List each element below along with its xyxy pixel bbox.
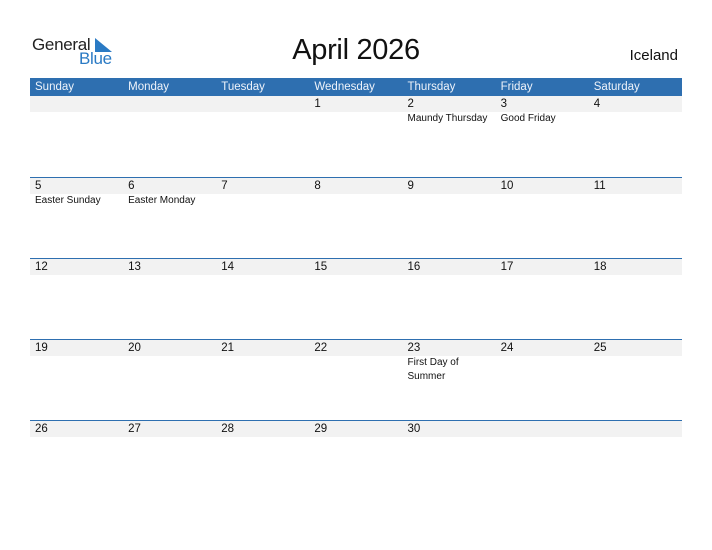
day-number: 21 bbox=[221, 342, 235, 354]
day-cell: 12 bbox=[30, 259, 123, 275]
day-cell: 14 bbox=[216, 259, 309, 275]
day-cell: 16 bbox=[403, 259, 496, 275]
day-number: 14 bbox=[221, 261, 235, 273]
day-cell: 19 bbox=[30, 340, 123, 384]
day-cell: 30 bbox=[403, 421, 496, 437]
day-number: 30 bbox=[407, 423, 421, 435]
day-cell: 10 bbox=[496, 178, 589, 208]
day-number: 1 bbox=[314, 98, 321, 110]
day-cell: 28 bbox=[216, 421, 309, 437]
day-cell: 20 bbox=[123, 340, 216, 384]
weekday-saturday: Saturday bbox=[593, 81, 640, 93]
day-number: 10 bbox=[500, 180, 514, 192]
day-cell: 17 bbox=[496, 259, 589, 275]
calendar-grid: Sunday Monday Tuesday Wednesday Thursday… bbox=[30, 78, 682, 501]
day-cell: 27 bbox=[123, 421, 216, 437]
day-number: 5 bbox=[35, 180, 42, 192]
day-cell: 2 Maundy Thursday bbox=[403, 96, 496, 126]
day-number: 24 bbox=[500, 342, 514, 354]
weekday-thursday: Thursday bbox=[407, 81, 456, 93]
week-row: 1 2 Maundy Thursday 3 Good Friday 4 bbox=[30, 96, 682, 177]
day-cell: 22 bbox=[309, 340, 402, 384]
day-number bbox=[128, 96, 216, 112]
day-number: 17 bbox=[500, 261, 514, 273]
day-number: 4 bbox=[593, 98, 601, 110]
day-cell: 11 bbox=[589, 178, 682, 208]
day-number bbox=[594, 421, 682, 437]
week-row: 26 27 28 29 30 bbox=[30, 420, 682, 501]
day-cell: 6 Easter Monday bbox=[123, 178, 216, 208]
day-number bbox=[35, 96, 123, 112]
day-cell bbox=[589, 421, 682, 437]
day-number: 26 bbox=[35, 423, 48, 435]
week-row: 12 13 14 15 16 17 18 bbox=[30, 258, 682, 339]
week-row: 19 20 21 22 23 First Day of Summer 24 25 bbox=[30, 339, 682, 420]
day-number: 6 bbox=[128, 180, 135, 192]
holiday-label: First Day of Summer bbox=[407, 357, 459, 382]
day-number: 19 bbox=[35, 342, 48, 354]
day-cell: 23 First Day of Summer bbox=[403, 340, 496, 384]
day-number: 27 bbox=[128, 423, 141, 435]
day-number: 12 bbox=[35, 261, 48, 273]
day-cell: 3 Good Friday bbox=[496, 96, 589, 126]
day-cell: 4 bbox=[589, 96, 682, 126]
day-cell bbox=[216, 96, 309, 126]
day-cell: 24 bbox=[496, 340, 589, 384]
day-number bbox=[501, 421, 589, 437]
day-number: 18 bbox=[593, 261, 607, 273]
day-number: 8 bbox=[314, 180, 321, 192]
day-cell: 21 bbox=[216, 340, 309, 384]
weekday-header-row: Sunday Monday Tuesday Wednesday Thursday… bbox=[30, 78, 682, 96]
holiday-label: Easter Monday bbox=[128, 195, 196, 206]
day-number: 9 bbox=[407, 180, 414, 192]
holiday-label: Easter Sunday bbox=[35, 195, 101, 206]
day-cell: 26 bbox=[30, 421, 123, 437]
day-number: 28 bbox=[221, 423, 235, 435]
day-number: 25 bbox=[593, 342, 607, 354]
weekday-sunday: Sunday bbox=[35, 81, 75, 93]
day-number: 7 bbox=[221, 180, 228, 192]
weekday-monday: Monday bbox=[128, 81, 170, 93]
day-cell: 13 bbox=[123, 259, 216, 275]
day-number: 13 bbox=[128, 261, 141, 273]
day-cell: 15 bbox=[309, 259, 402, 275]
day-cell: 25 bbox=[589, 340, 682, 384]
day-number: 23 bbox=[407, 342, 421, 354]
day-cell: 8 bbox=[309, 178, 402, 208]
page-title: April 2026 bbox=[292, 34, 420, 66]
day-number: 29 bbox=[314, 423, 328, 435]
day-cell bbox=[496, 421, 589, 437]
week-row: 5 Easter Sunday 6 Easter Monday 7 8 9 10 11 bbox=[30, 177, 682, 258]
day-number: 15 bbox=[314, 261, 328, 273]
weekday-tuesday: Tuesday bbox=[221, 81, 265, 93]
day-cell bbox=[30, 96, 123, 126]
day-number: 20 bbox=[128, 342, 141, 354]
country-label: Iceland bbox=[629, 47, 678, 64]
day-cell bbox=[123, 96, 216, 126]
day-cell: 7 bbox=[216, 178, 309, 208]
day-number: 16 bbox=[407, 261, 421, 273]
weekday-wednesday: Wednesday bbox=[314, 81, 375, 93]
day-cell: 18 bbox=[589, 259, 682, 275]
weekday-friday: Friday bbox=[500, 81, 533, 93]
day-cell: 29 bbox=[309, 421, 402, 437]
day-cell: 9 bbox=[403, 178, 496, 208]
day-number: 22 bbox=[314, 342, 328, 354]
day-cell: 5 Easter Sunday bbox=[30, 178, 123, 208]
day-cell: 1 bbox=[309, 96, 402, 126]
day-number: 11 bbox=[593, 180, 606, 192]
holiday-label: Good Friday bbox=[500, 113, 556, 124]
day-number bbox=[221, 96, 309, 112]
day-number: 2 bbox=[407, 98, 414, 110]
holiday-label: Maundy Thursday bbox=[407, 113, 488, 124]
day-number: 3 bbox=[500, 98, 508, 110]
